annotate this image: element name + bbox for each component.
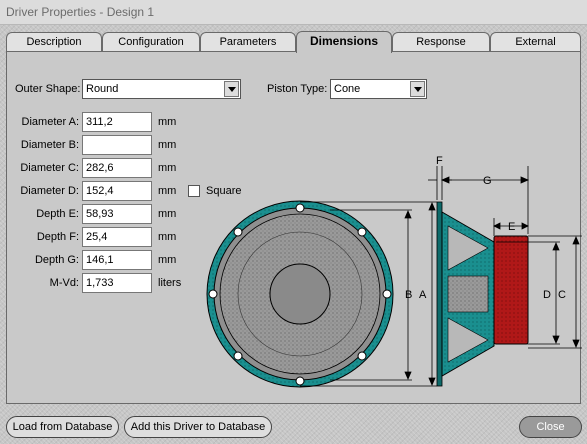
m-vd-unit: liters (158, 277, 182, 289)
add-driver-to-database-button[interactable]: Add this Driver to Database (124, 416, 272, 438)
diameter-d-unit: mm (158, 185, 177, 197)
m-vd-label: M-Vd: (49, 277, 79, 289)
diameter-b-field[interactable] (82, 135, 152, 155)
depth-f-label: Depth F: (36, 231, 79, 243)
tab-configuration[interactable]: Configuration (102, 32, 200, 51)
diameter-b-label: Diameter B: (20, 139, 79, 151)
piston-type-label: Piston Type: (267, 83, 328, 95)
depth-g-field[interactable]: 146,1 (82, 250, 152, 270)
dim-label-c: C (558, 289, 566, 301)
dim-label-d: D (543, 289, 551, 301)
dim-label-b: B (405, 289, 412, 301)
tab-dimensions[interactable]: Dimensions (296, 31, 392, 53)
diameter-c-field[interactable]: 282,6 (82, 158, 152, 178)
diameter-a-unit: mm (158, 116, 177, 128)
window-title: Driver Properties - Design 1 (6, 5, 155, 19)
depth-e-unit: mm (158, 208, 177, 220)
depth-g-unit: mm (158, 254, 177, 266)
diameter-c-label: Diameter C: (20, 162, 79, 174)
chevron-down-icon[interactable] (410, 81, 425, 97)
diameter-b-unit: mm (158, 139, 177, 151)
depth-g-label: Depth G: (34, 254, 79, 266)
outer-shape-label: Outer Shape: (15, 83, 81, 95)
diameter-d-field[interactable]: 152,4 (82, 181, 152, 201)
title-bar: Driver Properties - Design 1 (0, 0, 587, 25)
speaker-front-view (206, 200, 394, 388)
diameter-d-label: Diameter D: (20, 185, 79, 197)
depth-f-unit: mm (158, 231, 177, 243)
dim-label-g: G (483, 175, 492, 187)
depth-f-field[interactable]: 25,4 (82, 227, 152, 247)
depth-e-label: Depth E: (36, 208, 79, 220)
piston-type-value: Cone (334, 83, 361, 95)
tab-description[interactable]: Description (6, 32, 102, 51)
diameter-a-field[interactable]: 311,2 (82, 112, 152, 132)
dim-label-f: F (436, 155, 443, 167)
dim-label-e: E (508, 221, 515, 233)
chevron-down-icon[interactable] (224, 81, 239, 97)
tab-external[interactable]: External (490, 32, 581, 51)
load-from-database-button[interactable]: Load from Database (6, 416, 119, 438)
m-vd-field[interactable]: 1,733 (82, 273, 152, 293)
speaker-diagram: F G E B A D C (206, 155, 582, 388)
depth-e-field[interactable]: 58,93 (82, 204, 152, 224)
close-button[interactable]: Close (519, 416, 582, 438)
tab-parameters[interactable]: Parameters (200, 32, 296, 51)
outer-shape-select[interactable]: Round (82, 79, 241, 99)
piston-type-select[interactable]: Cone (330, 79, 427, 99)
driver-properties-window: Driver Properties - Design 1 Description… (0, 0, 587, 444)
outer-shape-value: Round (86, 83, 119, 95)
dim-label-a: A (419, 289, 427, 301)
tab-response[interactable]: Response (392, 32, 490, 51)
diameter-a-label: Diameter A: (21, 116, 79, 128)
diameter-c-unit: mm (158, 162, 177, 174)
